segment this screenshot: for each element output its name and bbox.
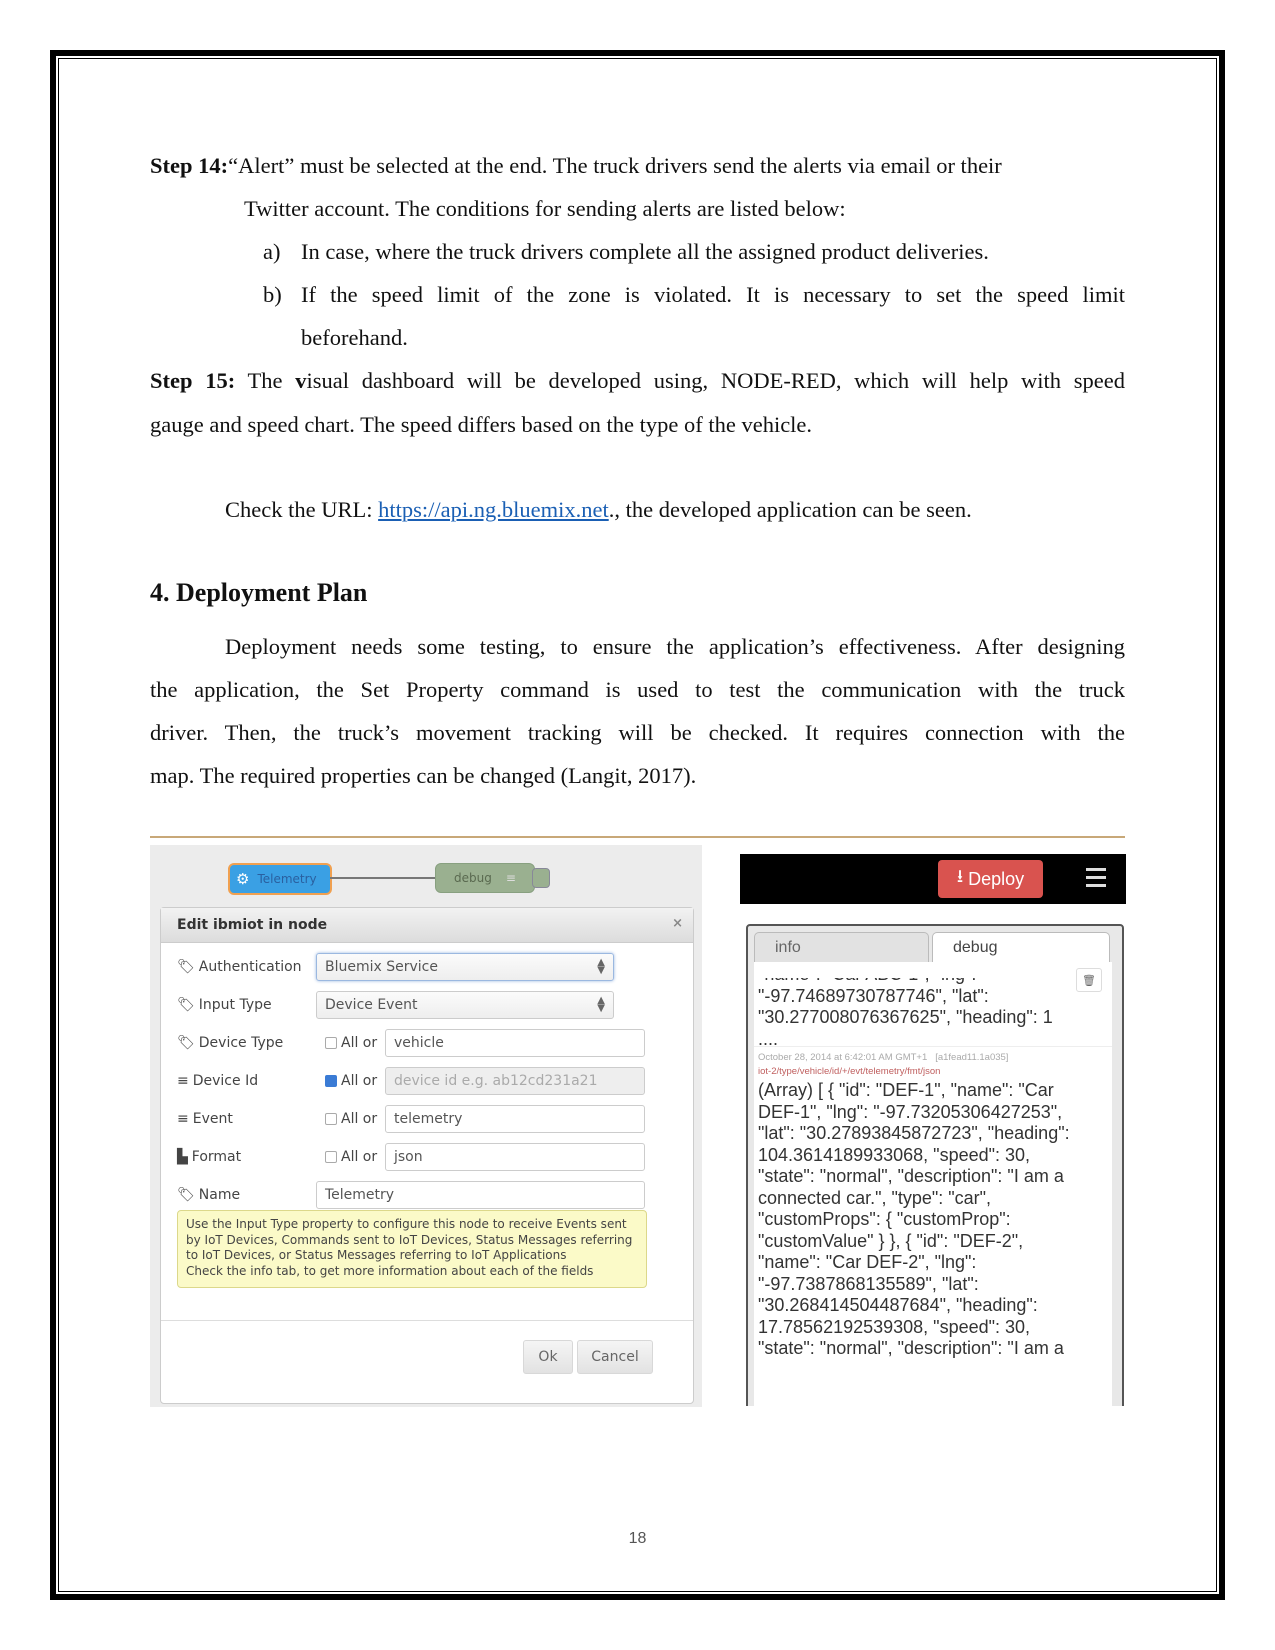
node-red-editor-screenshot: ⚙ Telemetry debug ≡ Edit ibmiot in node … <box>150 845 702 1407</box>
tab-info[interactable]: info <box>754 932 929 962</box>
tag-icon: 🏷︎ <box>177 959 195 975</box>
message-topic: iot-2/type/vehicle/id/+/evt/telemetry/fm… <box>758 1066 941 1077</box>
message-divider <box>754 1046 1112 1047</box>
field-device-id: ≡ Device Id <box>177 1073 259 1089</box>
field-event: ≡ Event <box>177 1111 233 1127</box>
name-input[interactable]: Telemetry <box>316 1181 645 1209</box>
para-line-2: the application, the Set Property comman… <box>150 677 1125 702</box>
tag-icon: 🏷︎ <box>177 997 195 1013</box>
node-wire <box>330 877 435 879</box>
para-line-3: driver. Then, the truck’s movement track… <box>150 720 1125 745</box>
select-arrows-icon: ▲ ▼ <box>597 957 605 976</box>
device-type-input[interactable]: vehicle <box>385 1029 645 1057</box>
step15-line2: gauge and speed chart. The speed differs… <box>150 412 813 437</box>
field-input-type: 🏷︎ Input Type <box>177 997 272 1013</box>
para-line-4: map. The required properties can be chan… <box>150 763 697 788</box>
deploy-button[interactable]: ⭳ Deploy <box>938 860 1043 898</box>
dialog-header: Edit ibmiot in node × <box>161 908 693 943</box>
page-number: 18 <box>628 1530 647 1547</box>
step14-label: Step 14: <box>150 153 229 178</box>
figure-separator <box>150 836 1125 838</box>
url-line: Check the URL: https://api.ng.bluemix.ne… <box>225 497 972 522</box>
header-bar: ⭳ Deploy <box>740 854 1126 904</box>
event-all-checkbox[interactable]: All or <box>325 1105 377 1133</box>
telemetry-node[interactable]: ⚙ Telemetry <box>228 863 332 895</box>
debug-message-payload: (Array) [ { "id": "DEF-1", "name": "Car … <box>758 1080 1070 1358</box>
debug-message-prev: "name": "Car ABC-1", "lng": "-97.7468973… <box>758 978 1053 1049</box>
field-device-type: 🏷︎ Device Type <box>177 1035 284 1051</box>
format-all-checkbox[interactable]: All or <box>325 1143 377 1171</box>
list-icon: ≡ <box>177 1073 189 1089</box>
dialog-footer-divider <box>161 1320 693 1321</box>
debug-toggle[interactable] <box>532 868 550 888</box>
select-arrows-icon: ▲ ▼ <box>597 995 605 1014</box>
tab-debug[interactable]: debug <box>932 932 1110 962</box>
list-icon: ≡ <box>505 871 516 885</box>
sidebar-panel: info debug 🗑︎ "name": "Car ABC-1", "lng"… <box>746 924 1124 1406</box>
download-icon: ⭳ <box>956 866 964 886</box>
ok-button[interactable]: Ok <box>523 1340 573 1374</box>
debug-node[interactable]: debug ≡ <box>435 863 550 893</box>
step15-label: Step 15: <box>150 368 236 393</box>
field-format: ▙ Format <box>177 1149 242 1165</box>
checkbox[interactable] <box>325 1037 337 1049</box>
tag-icon: 🏷︎ <box>177 1035 195 1051</box>
debug-messages: 🗑︎ "name": "Car ABC-1", "lng": "-97.7468… <box>754 962 1112 1406</box>
list-item-b-cont: beforehand. <box>301 325 408 350</box>
list-item-a-marker: a) <box>263 239 281 264</box>
edit-node-dialog: Edit ibmiot in node × 🏷︎ Authentication B… <box>160 907 694 1404</box>
help-tip: Use the Input Type property to configure… <box>177 1210 647 1288</box>
device-id-all-checkbox[interactable]: All or <box>325 1067 377 1095</box>
device-id-input[interactable]: device id e.g. ab12cd231a21 <box>385 1067 645 1095</box>
close-icon[interactable]: × <box>672 916 683 931</box>
list-item-a: In case, where the truck drivers complet… <box>301 239 989 264</box>
list-icon: ≡ <box>177 1111 189 1127</box>
menu-icon[interactable] <box>1086 868 1106 892</box>
message-meta: October 28, 2014 at 6:42:01 AM GMT+1 [a1… <box>758 1052 1009 1063</box>
section-heading: 4. Deployment Plan <box>150 578 368 607</box>
gear-icon: ⚙ <box>236 870 250 888</box>
field-authentication: 🏷︎ Authentication <box>177 959 302 975</box>
checkbox[interactable] <box>325 1151 337 1163</box>
cancel-button[interactable]: Cancel <box>577 1340 653 1374</box>
step14-line1: Step 14:“Alert” must be selected at the … <box>150 153 1002 178</box>
field-name: 🏷︎ Name <box>177 1187 241 1203</box>
para-line-1: Deployment needs some testing, to ensure… <box>225 634 1125 659</box>
step14-line2: Twitter account. The conditions for send… <box>244 196 846 221</box>
tag-icon: 🏷︎ <box>177 1187 195 1203</box>
list-item-b: If the speed limit of the zone is violat… <box>301 282 1125 307</box>
input-type-select[interactable]: Device Event ▲ ▼ <box>316 991 614 1019</box>
file-icon: ▙ <box>177 1149 188 1165</box>
step15-line1: Step 15: The visual dashboard will be de… <box>150 368 1125 393</box>
format-input[interactable]: json <box>385 1143 645 1171</box>
device-type-all-checkbox[interactable]: All or <box>325 1029 377 1057</box>
authentication-select[interactable]: Bluemix Service ▲ ▼ <box>316 953 614 981</box>
checkbox-checked[interactable] <box>325 1075 337 1087</box>
checkbox[interactable] <box>325 1113 337 1125</box>
bluemix-link[interactable]: https://api.ng.bluemix.net <box>378 497 609 522</box>
node-red-debug-screenshot: ⭳ Deploy info debug 🗑︎ "name": "Car ABC-… <box>740 854 1126 1406</box>
list-item-b-marker: b) <box>263 282 282 307</box>
event-input[interactable]: telemetry <box>385 1105 645 1133</box>
